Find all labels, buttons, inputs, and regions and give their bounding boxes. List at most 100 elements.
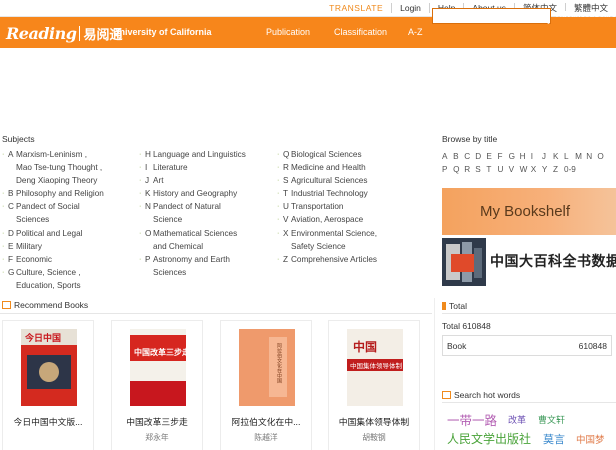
alpha-link[interactable]: L: [564, 150, 575, 163]
alpha-link[interactable]: N: [586, 150, 597, 163]
hot-word-link[interactable]: 莫言: [543, 431, 565, 447]
book-title[interactable]: 中国集体领导体制: [329, 415, 419, 428]
alpha-link[interactable]: O: [597, 150, 608, 163]
alpha-link[interactable]: I: [531, 150, 542, 163]
book-card[interactable]: 阿拉伯文化在中国 阿拉伯文化在中... 陈越洋: [220, 320, 312, 450]
svg-text:中国改革三步走: 中国改革三步走: [134, 347, 186, 357]
subject-item[interactable]: · G Culture, Science , Education, Sports: [2, 266, 104, 292]
book-title[interactable]: 阿拉伯文化在中...: [221, 415, 311, 428]
hot-word-link[interactable]: 人民文学出版社: [447, 430, 531, 447]
logo-english: Reading: [6, 23, 77, 43]
recommend-books-heading: Recommend Books: [2, 300, 88, 310]
site-logo[interactable]: Reading 易阅通: [6, 23, 122, 43]
subject-item[interactable]: · D Political and Legal: [2, 227, 104, 240]
subject-item[interactable]: · B Philosophy and Religion: [2, 187, 104, 200]
svg-text:今日中国: 今日中国: [24, 332, 61, 344]
alpha-link[interactable]: H: [520, 150, 531, 163]
alpha-link[interactable]: F: [497, 150, 508, 163]
total-summary: Total 610848: [442, 321, 491, 331]
alpha-link[interactable]: C: [464, 150, 475, 163]
hot-word-link[interactable]: 中国梦: [576, 432, 605, 446]
alpha-link[interactable]: Y: [542, 163, 553, 176]
advanced-search-link[interactable]: AdvancedSearch: [556, 10, 616, 19]
alphabet-index: A B C D E F G H I J K L M N O P Q R S T …: [442, 150, 616, 176]
subject-item[interactable]: · O Mathematical Sciences and Chemical: [139, 227, 246, 253]
hot-word-link[interactable]: 曹文轩: [538, 413, 565, 426]
alpha-link[interactable]: S: [475, 163, 486, 176]
subject-item[interactable]: · S Agricultural Sciences: [277, 174, 377, 187]
subjects-column-3: · Q Biological Sciences · R Medicine and Hea…: [277, 148, 377, 266]
section-divider: [442, 402, 616, 403]
alpha-link[interactable]: R: [464, 163, 475, 176]
search-icon[interactable]: [534, 8, 550, 24]
encyclopedia-banner-text: 中国大百科全书数据库: [490, 253, 616, 269]
book-cover[interactable]: 中国 中国集体领导体制: [347, 329, 403, 406]
alpha-link[interactable]: K: [553, 150, 564, 163]
alpha-link[interactable]: X: [531, 163, 542, 176]
alpha-link[interactable]: M: [575, 150, 586, 163]
alpha-link[interactable]: W: [520, 163, 531, 176]
hot-words-label: Search hot words: [454, 390, 521, 400]
alpha-link[interactable]: U: [497, 163, 508, 176]
subject-item[interactable]: · V Aviation, Aerospace: [277, 213, 377, 226]
subject-item[interactable]: · I Literature: [139, 161, 246, 174]
subject-item[interactable]: · J Art: [139, 174, 246, 187]
svg-text:中国: 中国: [353, 339, 377, 354]
my-bookshelf-banner[interactable]: My Bookshelf: [442, 188, 616, 235]
book-title[interactable]: 今日中国中文版...: [3, 415, 93, 428]
book-cover[interactable]: 阿拉伯文化在中国: [239, 329, 295, 406]
section-divider: [0, 313, 432, 314]
hot-word-link[interactable]: 改革: [508, 413, 526, 426]
alpha-link[interactable]: Z: [553, 163, 564, 176]
alpha-link[interactable]: G: [509, 150, 520, 163]
encyclopedia-database-banner[interactable]: 中国大百科全书数据库: [442, 238, 616, 286]
login-link[interactable]: Login: [391, 3, 429, 13]
section-divider: [442, 313, 616, 314]
total-row-value: 610848: [578, 341, 607, 351]
total-heading: Total: [442, 301, 467, 311]
sidebar-divider: [434, 298, 435, 450]
book-title[interactable]: 中国改革三步走: [112, 415, 202, 428]
book-card[interactable]: 今日中国 今日中国中文版...: [2, 320, 94, 450]
book-author: 胡鞍钢: [362, 433, 386, 442]
book-author: 郑永年: [145, 433, 169, 442]
hot-word-link[interactable]: 一带一路: [447, 410, 497, 429]
alpha-link[interactable]: A: [442, 150, 453, 163]
alpha-link[interactable]: V: [509, 163, 520, 176]
book-card[interactable]: 中国 中国集体领导体制 中国集体领导体制 胡鞍钢: [328, 320, 420, 450]
encyclopedia-logo-icon: [442, 238, 486, 286]
subject-item[interactable]: · T Industrial Technology: [277, 187, 377, 200]
nav-classification[interactable]: Classification: [334, 27, 387, 37]
alpha-link[interactable]: E: [486, 150, 497, 163]
book-card[interactable]: 中国改革三步走 中国改革三步走 郑永年: [111, 320, 203, 450]
subject-item[interactable]: · R Medicine and Health: [277, 161, 377, 174]
nav-a-z[interactable]: A-Z: [408, 27, 423, 37]
subjects-heading: Subjects: [2, 134, 35, 144]
alpha-link[interactable]: Q: [453, 163, 464, 176]
translate-link[interactable]: TRANSLATE: [321, 3, 391, 13]
subject-item[interactable]: · U Transportation: [277, 200, 377, 213]
alpha-link[interactable]: B: [453, 150, 464, 163]
alpha-link[interactable]: J: [542, 150, 553, 163]
book-cover[interactable]: 中国改革三步走: [130, 329, 186, 406]
subject-item[interactable]: · E Military: [2, 240, 104, 253]
alpha-link[interactable]: 0-9: [564, 163, 580, 176]
recommend-books-label: Recommend Books: [14, 300, 89, 310]
alpha-link[interactable]: P: [442, 163, 453, 176]
logo-divider: [79, 25, 81, 41]
subject-item[interactable]: · X Environmental Science, Safety Science: [277, 227, 377, 253]
subject-item[interactable]: · K History and Geography: [139, 187, 246, 200]
subject-item[interactable]: · Z Comprehensive Articles: [277, 253, 377, 266]
subject-item[interactable]: · F Economic: [2, 253, 104, 266]
book-cover[interactable]: 今日中国: [21, 329, 77, 406]
svg-text:中国集体领导体制: 中国集体领导体制: [350, 361, 403, 370]
subject-item[interactable]: · P Astronomy and Earth Sciences: [139, 253, 246, 279]
alpha-link[interactable]: D: [475, 150, 486, 163]
subject-item[interactable]: · H Language and Linguistics: [139, 148, 246, 161]
nav-publication[interactable]: Publication: [266, 27, 310, 37]
subject-item[interactable]: · C Pandect of Social Sciences: [2, 200, 104, 226]
subject-item[interactable]: · N Pandect of Natural Science: [139, 200, 246, 226]
subject-item[interactable]: · A Marxism-Leninism , Mao Tse-tung Though…: [2, 148, 104, 187]
subject-item[interactable]: · Q Biological Sciences: [277, 148, 377, 161]
alpha-link[interactable]: T: [486, 163, 497, 176]
